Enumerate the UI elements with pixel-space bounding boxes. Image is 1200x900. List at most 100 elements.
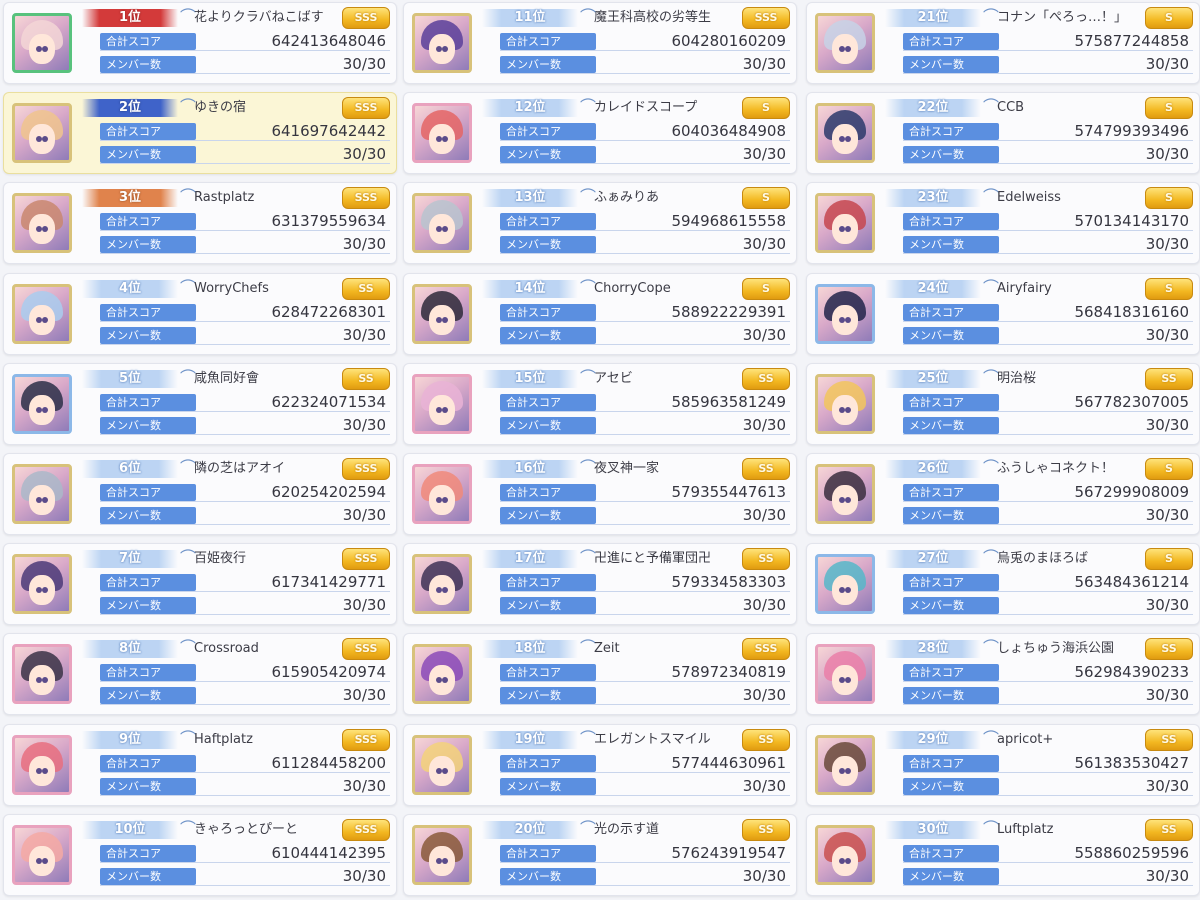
divider [500,704,790,705]
clan-leader-avatar [412,554,472,614]
clan-row[interactable]: 2位 ⌒ ゆきの宿 SSS 合計スコア メンバー数 641697642442 3… [3,92,397,174]
clan-row[interactable]: 22位 ⌒ CCB S 合計スコア メンバー数 574799393496 30/… [806,92,1200,174]
rank-label: 7位 [82,550,178,568]
clan-row[interactable]: 1位 ⌒ 花よりクラバねこばす SSS 合計スコア メンバー数 64241364… [3,2,397,84]
rank-label: 28位 [885,640,981,658]
clan-row[interactable]: 15位 ⌒ アセビ SS 合計スコア メンバー数 585963581249 30… [403,363,797,445]
members-label: メンバー数 [903,417,999,434]
divider [903,411,1193,412]
clan-row[interactable]: 7位 ⌒ 百姫夜行 SSS 合計スコア メンバー数 617341429771 3… [3,543,397,625]
clan-row[interactable]: 28位 ⌒ しょちゅう海浜公園 SS 合計スコア メンバー数 562984390… [806,633,1200,715]
clan-leader-avatar [815,554,875,614]
divider [100,230,390,231]
score-label: 合計スコア [100,33,196,50]
clan-name: ChorryCope [594,281,671,296]
members-label: メンバー数 [903,236,999,253]
score-value: 570134143170 [1074,212,1189,230]
score-label: 合計スコア [903,574,999,591]
clan-row[interactable]: 20位 ⌒ 光の示す道 SS 合計スコア メンバー数 576243919547 … [403,814,797,896]
clan-row[interactable]: 26位 ⌒ ふうしゃコネクト！ S 合計スコア メンバー数 5672999080… [806,453,1200,535]
divider [100,50,390,51]
members-label: メンバー数 [903,146,999,163]
clan-leader-avatar [815,825,875,885]
divider [903,73,1193,74]
score-label: 合計スコア [100,574,196,591]
clan-row[interactable]: 9位 ⌒ Haftplatz SSS 合計スコア メンバー数 611284458… [3,724,397,806]
clan-row[interactable]: 17位 ⌒ 卍進にと予備軍団卍 SS 合計スコア メンバー数 579334583… [403,543,797,625]
clan-row[interactable]: 18位 ⌒ Zeit SSS 合計スコア メンバー数 578972340819 … [403,633,797,715]
clan-row[interactable]: 10位 ⌒ きゃろっとぴーと SSS 合計スコア メンバー数 610444142… [3,814,397,896]
clan-row[interactable]: 30位 ⌒ Luftplatz SS 合計スコア メンバー数 558860259… [806,814,1200,896]
clan-row[interactable]: 6位 ⌒ 隣の芝はアオイ SSS 合計スコア メンバー数 62025420259… [3,453,397,535]
clan-row[interactable]: 12位 ⌒ カレイドスコープ S 合計スコア メンバー数 60403648490… [403,92,797,174]
clan-row[interactable]: 13位 ⌒ ふぁみりあ S 合計スコア メンバー数 594968615558 3… [403,182,797,264]
curl-ornament-icon: ⌒ [580,7,597,26]
clan-name: WorryChefs [194,281,269,296]
curl-ornament-icon: ⌒ [983,819,1000,838]
clan-row[interactable]: 11位 ⌒ 魔王科高校の劣等生 SSS 合計スコア メンバー数 60428016… [403,2,797,84]
clan-row[interactable]: 19位 ⌒ エレガントスマイル SS 合計スコア メンバー数 577444630… [403,724,797,806]
clan-name: カレイドスコープ [594,100,698,115]
clan-leader-avatar [412,13,472,73]
divider [903,614,1193,615]
rank-label: 19位 [482,731,578,749]
curl-ornament-icon: ⌒ [580,548,597,567]
clan-row[interactable]: 29位 ⌒ apricot+ SS 合計スコア メンバー数 5613835304… [806,724,1200,806]
clan-row[interactable]: 23位 ⌒ Edelweiss S 合計スコア メンバー数 5701341431… [806,182,1200,264]
rank-label: 13位 [482,189,578,207]
score-label: 合計スコア [100,123,196,140]
members-value: 30/30 [342,145,386,163]
curl-ornament-icon: ⌒ [983,368,1000,387]
score-value: 561383530427 [1074,754,1189,772]
members-label: メンバー数 [903,778,999,795]
score-label: 合計スコア [100,755,196,772]
rank-label: 10位 [82,821,178,839]
score-value: 568418316160 [1074,303,1189,321]
clan-leader-avatar [12,103,72,163]
score-label: 合計スコア [500,574,596,591]
clan-name: コナン「ぺろっ…！」 [997,10,1128,25]
score-label: 合計スコア [100,664,196,681]
clan-leader-avatar [12,284,72,344]
score-value: 628472268301 [271,303,386,321]
rank-label: 14位 [482,280,578,298]
members-label: メンバー数 [100,507,196,524]
score-value: 575877244858 [1074,32,1189,50]
divider [500,163,790,164]
clan-name: 花よりクラバねこばす [194,10,324,25]
grade-badge: S [1145,278,1193,300]
divider [500,795,790,796]
grade-badge: SSS [342,729,390,751]
grade-badge: SSS [342,819,390,841]
divider [100,795,390,796]
divider [903,50,1193,51]
grade-badge: SS [742,729,790,751]
divider [903,772,1193,773]
clan-row[interactable]: 5位 ⌒ 咸魚同好會 SS 合計スコア メンバー数 622324071534 3… [3,363,397,445]
members-value: 30/30 [1145,416,1189,434]
clan-row[interactable]: 25位 ⌒ 明治桜 SS 合計スコア メンバー数 567782307005 30… [806,363,1200,445]
members-value: 30/30 [342,416,386,434]
curl-ornament-icon: ⌒ [180,368,197,387]
curl-ornament-icon: ⌒ [983,638,1000,657]
score-label: 合計スコア [500,213,596,230]
clan-row[interactable]: 24位 ⌒ Airyfairy S 合計スコア メンバー数 5684183161… [806,273,1200,355]
clan-name: ゆきの宿 [194,100,247,115]
divider [100,411,390,412]
clan-name: ふぁみりあ [594,190,660,205]
score-value: 579355447613 [671,483,786,501]
divider [903,434,1193,435]
score-value: 563484361214 [1074,573,1189,591]
clan-row[interactable]: 21位 ⌒ コナン「ぺろっ…！」 S 合計スコア メンバー数 575877244… [806,2,1200,84]
divider [903,524,1193,525]
clan-row[interactable]: 3位 ⌒ Rastplatz SSS 合計スコア メンバー数 631379559… [3,182,397,264]
rank-label: 18位 [482,640,578,658]
members-label: メンバー数 [903,507,999,524]
clan-row[interactable]: 16位 ⌒ 夜叉神一家 SS 合計スコア メンバー数 579355447613 … [403,453,797,535]
clan-row[interactable]: 14位 ⌒ ChorryCope S 合計スコア メンバー数 588922229… [403,273,797,355]
clan-row[interactable]: 8位 ⌒ Crossroad SSS 合計スコア メンバー数 615905420… [3,633,397,715]
clan-row[interactable]: 27位 ⌒ 烏兎のまほろば S 合計スコア メンバー数 563484361214… [806,543,1200,625]
divider [100,885,390,886]
grade-badge: SS [742,368,790,390]
clan-row[interactable]: 4位 ⌒ WorryChefs SS 合計スコア メンバー数 628472268… [3,273,397,355]
